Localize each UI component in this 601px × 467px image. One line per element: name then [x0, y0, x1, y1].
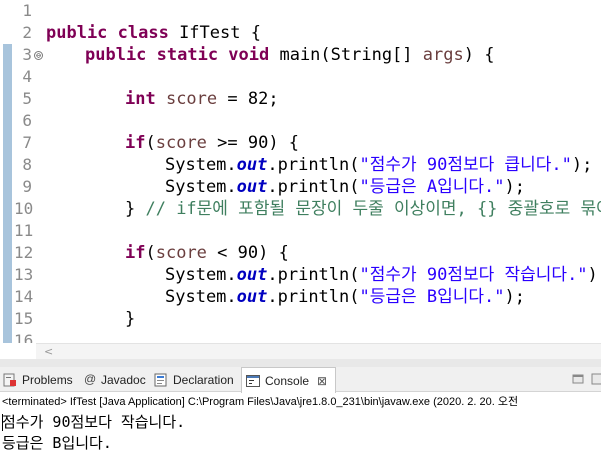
maximize-icon[interactable]: [591, 372, 601, 386]
code-text: );: [504, 287, 525, 307]
line-number: 8: [22, 155, 32, 174]
code-line-3: public static void main(String[] args) {: [85, 44, 494, 66]
code-text: System.: [165, 177, 237, 197]
line-number: 3: [22, 45, 32, 64]
variable-name: score: [155, 243, 207, 263]
string-literal: "등급은 B입니다.": [359, 287, 505, 307]
scroll-left-icon[interactable]: <: [44, 345, 53, 358]
line-number: 11: [14, 221, 34, 240]
string-literal: "점수가 90점보다 큽니다.": [359, 155, 572, 175]
code-text: );: [504, 177, 525, 197]
close-tab-icon[interactable]: ⊠: [317, 374, 327, 388]
code-line-2: public class IfTest {: [46, 22, 261, 44]
code-line-7: if(score >= 90) {: [125, 132, 299, 154]
code-text: }: [125, 309, 136, 329]
code-text: System.: [165, 287, 237, 307]
keyword: public static void: [85, 45, 280, 65]
line-number: 14: [14, 287, 34, 306]
ruler-highlight-band: [3, 44, 12, 343]
javadoc-icon: @: [84, 371, 97, 386]
tab-label: Console: [265, 373, 310, 388]
code-text: System.: [165, 265, 237, 285]
static-field: out: [236, 155, 268, 175]
code-line-13: System.out.println("점수가 90점보다 작습니다.");: [165, 264, 601, 286]
keyword: if: [125, 133, 146, 153]
code-text: < 90) {: [206, 243, 289, 263]
line-number: 9: [22, 177, 32, 196]
code-text: .println(: [267, 177, 360, 197]
code-text: IfTest {: [179, 23, 261, 43]
code-line-8: System.out.println("점수가 90점보다 큽니다.");: [165, 154, 592, 176]
static-field: out: [236, 265, 268, 285]
keyword: int: [125, 89, 166, 109]
code-line-10: } // if문에 포함될 문장이 두줄 이상이면, {} 중괄호로 묶어줌: [125, 198, 601, 220]
code-text: = 82;: [217, 89, 279, 109]
code-text: }: [125, 199, 146, 219]
console-status-line: <terminated> IfTest [Java Application] C…: [2, 396, 519, 408]
static-field: out: [236, 177, 268, 197]
code-line-9: System.out.println("등급은 A입니다.");: [165, 176, 525, 198]
code-text: );: [571, 155, 593, 175]
code-text: (: [145, 133, 156, 153]
code-text: System.: [165, 155, 237, 175]
code-line-14: System.out.println("등급은 B입니다.");: [165, 286, 525, 308]
panel-sash[interactable]: [0, 359, 601, 367]
console-output-line: 점수가 90점보다 작습니다.: [2, 413, 186, 431]
code-line-12: if(score < 90) {: [125, 242, 289, 264]
tab-declaration[interactable]: Declaration: [153, 367, 234, 392]
code-text: main(String[]: [279, 45, 423, 65]
problems-icon: [2, 372, 18, 388]
scroll-corner: [0, 343, 36, 359]
keyword: if: [125, 243, 146, 263]
line-number: 12: [14, 243, 34, 262]
tab-problems[interactable]: Problems: [2, 367, 73, 392]
console-output[interactable]: 점수가 90점보다 작습니다. 등급은 B입니다.: [2, 412, 601, 454]
line-number: 4: [22, 67, 32, 86]
variable-name: score: [155, 133, 207, 153]
code-text: >= 90) {: [206, 133, 300, 153]
parameter-name: args: [422, 45, 464, 65]
code-text: .println(: [267, 155, 360, 175]
line-number: 6: [22, 111, 32, 130]
code-text: .println(: [267, 265, 360, 285]
tab-label: Problems: [22, 372, 73, 387]
line-number: 13: [14, 265, 34, 284]
keyword: public class: [46, 23, 180, 43]
string-literal: "등급은 A입니다.": [359, 177, 505, 197]
code-text: .println(: [267, 287, 360, 307]
line-number: 7: [22, 133, 32, 152]
line-number: 5: [22, 89, 32, 108]
tab-console[interactable]: Console ⊠: [241, 367, 337, 393]
line-number: 1: [22, 1, 32, 20]
line-number: 10: [14, 199, 34, 218]
code-text: (: [145, 243, 156, 263]
code-line-5: int score = 82;: [125, 88, 279, 110]
code-text: );: [587, 265, 601, 285]
tab-javadoc[interactable]: @ Javadoc: [84, 367, 146, 392]
overview-ruler: [0, 0, 14, 343]
line-number: 2: [22, 23, 32, 42]
horizontal-scrollbar[interactable]: <: [36, 343, 601, 359]
minimize-icon[interactable]: [571, 372, 585, 386]
line-number-gutter: 1 2 3 4 5 6 7 8 9 10 11 12 13 14 15 16 ⊖: [14, 0, 43, 343]
console-icon: [245, 373, 261, 389]
text-caret: [2, 414, 3, 431]
string-literal: "점수가 90점보다 작습니다.": [359, 265, 588, 285]
line-number: 16: [14, 331, 34, 343]
code-text: ) {: [463, 45, 495, 65]
panel-tab-bar: Problems @ Javadoc Declaration Console ⊠: [0, 367, 601, 393]
console-output-line: 등급은 B입니다.: [2, 434, 112, 452]
declaration-icon: [153, 372, 169, 388]
static-field: out: [236, 287, 268, 307]
tab-label: Declaration: [173, 372, 234, 387]
code-comment: // if문에 포함될 문장이 두줄 이상이면, {} 중괄호로 묶어줌: [145, 199, 601, 219]
tab-label: Javadoc: [101, 372, 146, 387]
line-number: 15: [14, 309, 34, 328]
code-editor[interactable]: 1 2 3 4 5 6 7 8 9 10 11 12 13 14 15 16 ⊖…: [0, 0, 601, 343]
variable-name: score: [165, 89, 218, 109]
code-line-15: }: [125, 308, 135, 330]
fold-collapse-icon[interactable]: ⊖: [34, 51, 43, 60]
